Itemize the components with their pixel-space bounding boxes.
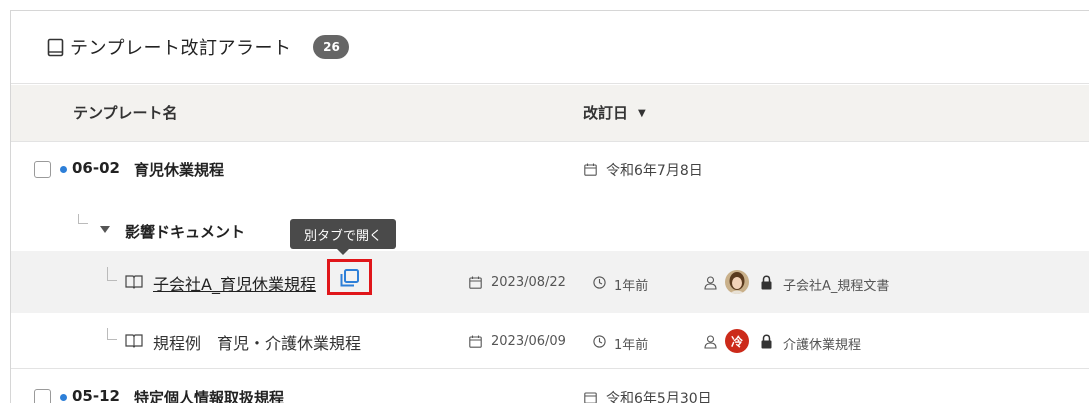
calendar-icon xyxy=(584,163,597,176)
tree-line xyxy=(107,267,117,281)
document-age: 1年前 xyxy=(614,338,649,353)
lock-icon xyxy=(761,334,772,349)
avatar-photo-icon xyxy=(725,270,749,294)
table-header: テンプレート名 改訂日 ▼ xyxy=(11,85,1089,142)
tooltip: 別タブで開く xyxy=(290,219,397,255)
lock-icon xyxy=(761,275,772,290)
tree-line xyxy=(78,214,88,224)
page-title: テンプレート改訂アラート xyxy=(70,38,292,59)
column-header-date-label: 改訂日 xyxy=(583,104,629,122)
avatar[interactable]: 冷 xyxy=(725,329,749,353)
clock-icon xyxy=(593,335,606,348)
list-item[interactable]: 子会社A_育児休業規程 2023/08/22 1年前 子会社A_規程文書 xyxy=(11,251,1089,313)
folder-name: 子会社A_規程文書 xyxy=(783,279,890,294)
impact-documents-group: 影響ドキュメント xyxy=(11,196,1089,251)
document-date: 2023/06/09 xyxy=(491,334,566,349)
template-code: 06-02 xyxy=(72,159,120,177)
row-checkbox[interactable] xyxy=(34,389,51,403)
column-header-revision-date[interactable]: 改訂日 ▼ xyxy=(583,85,646,142)
clock-icon xyxy=(593,276,606,289)
revision-date: 令和6年7月8日 xyxy=(606,163,703,179)
panel-header: テンプレート改訂アラート 26 xyxy=(11,11,1089,84)
template-code: 05-12 xyxy=(72,387,120,403)
row-checkbox[interactable] xyxy=(34,161,51,178)
document-age: 1年前 xyxy=(614,279,649,294)
book-icon xyxy=(47,38,64,56)
open-book-icon xyxy=(125,275,143,289)
document-link[interactable]: 子会社A_育児休業規程 xyxy=(153,271,316,295)
person-icon xyxy=(704,276,717,290)
sort-desc-icon[interactable]: ▼ xyxy=(638,85,646,142)
table-row[interactable]: 05-12 特定個人情報取扱規程 令和6年5月30日 xyxy=(11,369,1089,403)
template-title[interactable]: 特定個人情報取扱規程 xyxy=(134,387,284,403)
count-badge: 26 xyxy=(313,35,350,59)
impact-documents-label[interactable]: 影響ドキュメント xyxy=(125,221,245,242)
list-item[interactable]: 規程例 育児・介護休業規程 2023/06/09 1年前 冷 介護休業規程 xyxy=(11,313,1089,369)
template-title[interactable]: 育児休業規程 xyxy=(134,159,224,180)
calendar-icon xyxy=(469,335,482,348)
unread-dot xyxy=(60,394,67,401)
revision-date: 令和6年5月30日 xyxy=(606,391,712,403)
column-header-template-name: テンプレート名 xyxy=(73,104,178,122)
unread-dot xyxy=(60,166,67,173)
open-in-new-tab-icon xyxy=(340,269,359,287)
folder-name: 介護休業規程 xyxy=(783,338,862,353)
document-link[interactable]: 規程例 育児・介護休業規程 xyxy=(153,330,361,354)
calendar-icon xyxy=(469,276,482,289)
open-in-new-tab-button[interactable] xyxy=(327,259,372,295)
open-book-icon xyxy=(125,334,143,348)
table-row[interactable]: 06-02 育児休業規程 令和6年7月8日 xyxy=(11,142,1089,196)
avatar[interactable] xyxy=(725,270,749,294)
template-alert-panel: テンプレート改訂アラート 26 テンプレート名 改訂日 ▼ 06-02 育児休業規… xyxy=(10,10,1089,403)
person-icon xyxy=(704,335,717,349)
document-date: 2023/08/22 xyxy=(491,275,566,290)
caret-down-icon[interactable] xyxy=(100,226,110,234)
tree-line xyxy=(107,328,117,340)
calendar-icon xyxy=(584,392,597,403)
tooltip-text: 別タブで開く xyxy=(304,228,383,244)
